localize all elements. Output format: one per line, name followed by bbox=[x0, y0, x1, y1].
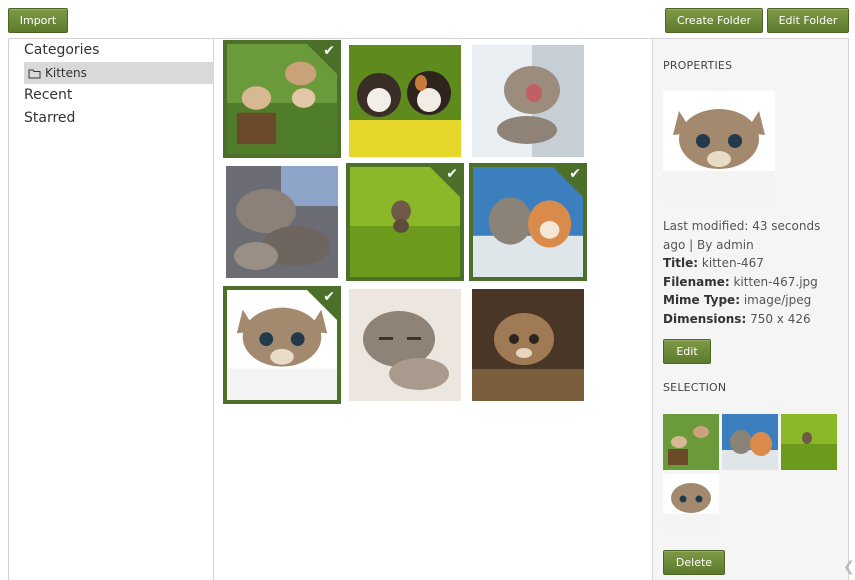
check-icon: ✔ bbox=[446, 166, 458, 182]
thumbnail-kitten-yawning[interactable] bbox=[469, 42, 587, 160]
thumbnail-kitten-sitting[interactable] bbox=[469, 286, 587, 404]
create-folder-button[interactable]: Create Folder bbox=[665, 8, 763, 33]
filename-row: Filename: kitten-467.jpg bbox=[663, 273, 843, 292]
selection-thumbnail[interactable] bbox=[781, 414, 837, 470]
sidebar-item-recent[interactable]: Recent bbox=[24, 87, 72, 103]
import-button[interactable]: Import bbox=[8, 8, 68, 33]
delete-button[interactable]: Delete bbox=[663, 550, 725, 575]
thumbnail-kittens-sleeping-pile[interactable] bbox=[223, 163, 341, 281]
folder-icon bbox=[28, 69, 41, 78]
selection-thumbnail[interactable] bbox=[722, 414, 778, 470]
sidebar-item-starred[interactable]: Starred bbox=[24, 110, 75, 126]
kitten-photo bbox=[663, 91, 775, 203]
properties-panel: PROPERTIES Last modified: 43 seconds ago… bbox=[652, 38, 849, 580]
kitten-photo bbox=[472, 289, 584, 401]
mime-key: Mime Type: bbox=[663, 293, 740, 307]
file-metadata: Last modified: 43 seconds ago | By admin… bbox=[663, 217, 843, 328]
kitten-photo bbox=[472, 45, 584, 157]
title-value: kitten-467 bbox=[701, 256, 764, 270]
check-icon: ✔ bbox=[323, 43, 335, 59]
mime-value: image/jpeg bbox=[743, 293, 812, 307]
properties-heading: PROPERTIES bbox=[663, 59, 733, 72]
kitten-photo bbox=[226, 166, 338, 278]
dimensions-row: Dimensions: 750 x 426 bbox=[663, 310, 843, 329]
thumbnail-kitten-sleeping[interactable] bbox=[346, 286, 464, 404]
sidebar-item-label: Kittens bbox=[45, 66, 87, 80]
filename-value: kitten-467.jpg bbox=[733, 274, 818, 289]
preview-image bbox=[663, 91, 775, 203]
selection-thumbnail[interactable] bbox=[663, 474, 719, 530]
thumbnail-kittens-two[interactable]: ✔ bbox=[469, 163, 587, 281]
mime-row: Mime Type: image/jpeg bbox=[663, 291, 843, 310]
title-row: Title: kitten-467 bbox=[663, 254, 843, 273]
dimensions-key: Dimensions: bbox=[663, 311, 747, 326]
thumbnail-kitten-playing-stump[interactable]: ✔ bbox=[223, 40, 341, 158]
filename-key: Filename: bbox=[663, 274, 730, 289]
dimensions-value: 750 x 426 bbox=[750, 311, 811, 326]
selection-heading: SELECTION bbox=[663, 381, 727, 394]
selection-thumbnail[interactable] bbox=[663, 414, 719, 470]
check-icon: ✔ bbox=[569, 166, 581, 182]
sidebar: Categories Kittens Recent Starred bbox=[8, 38, 214, 580]
image-gallery: ✔ ✔ ✔ ✔ bbox=[214, 38, 652, 580]
thumbnail-kitten-grass[interactable]: ✔ bbox=[346, 163, 464, 281]
kitten-photo bbox=[349, 45, 461, 157]
sidebar-item-kittens[interactable]: Kittens bbox=[24, 62, 214, 84]
categories-heading[interactable]: Categories bbox=[24, 42, 99, 58]
thumbnail-kitten-467[interactable]: ✔ bbox=[223, 286, 341, 404]
title-key: Title: bbox=[663, 256, 699, 270]
check-icon: ✔ bbox=[323, 289, 335, 305]
edit-folder-button[interactable]: Edit Folder bbox=[767, 8, 849, 33]
kitten-photo bbox=[349, 289, 461, 401]
edit-button[interactable]: Edit bbox=[663, 339, 711, 364]
last-modified-text: Last modified: 43 seconds ago | By admin bbox=[663, 219, 821, 252]
thumbnail-kitten-pair-flowers[interactable] bbox=[346, 42, 464, 160]
resize-grip-icon[interactable]: ❮ bbox=[843, 560, 855, 574]
